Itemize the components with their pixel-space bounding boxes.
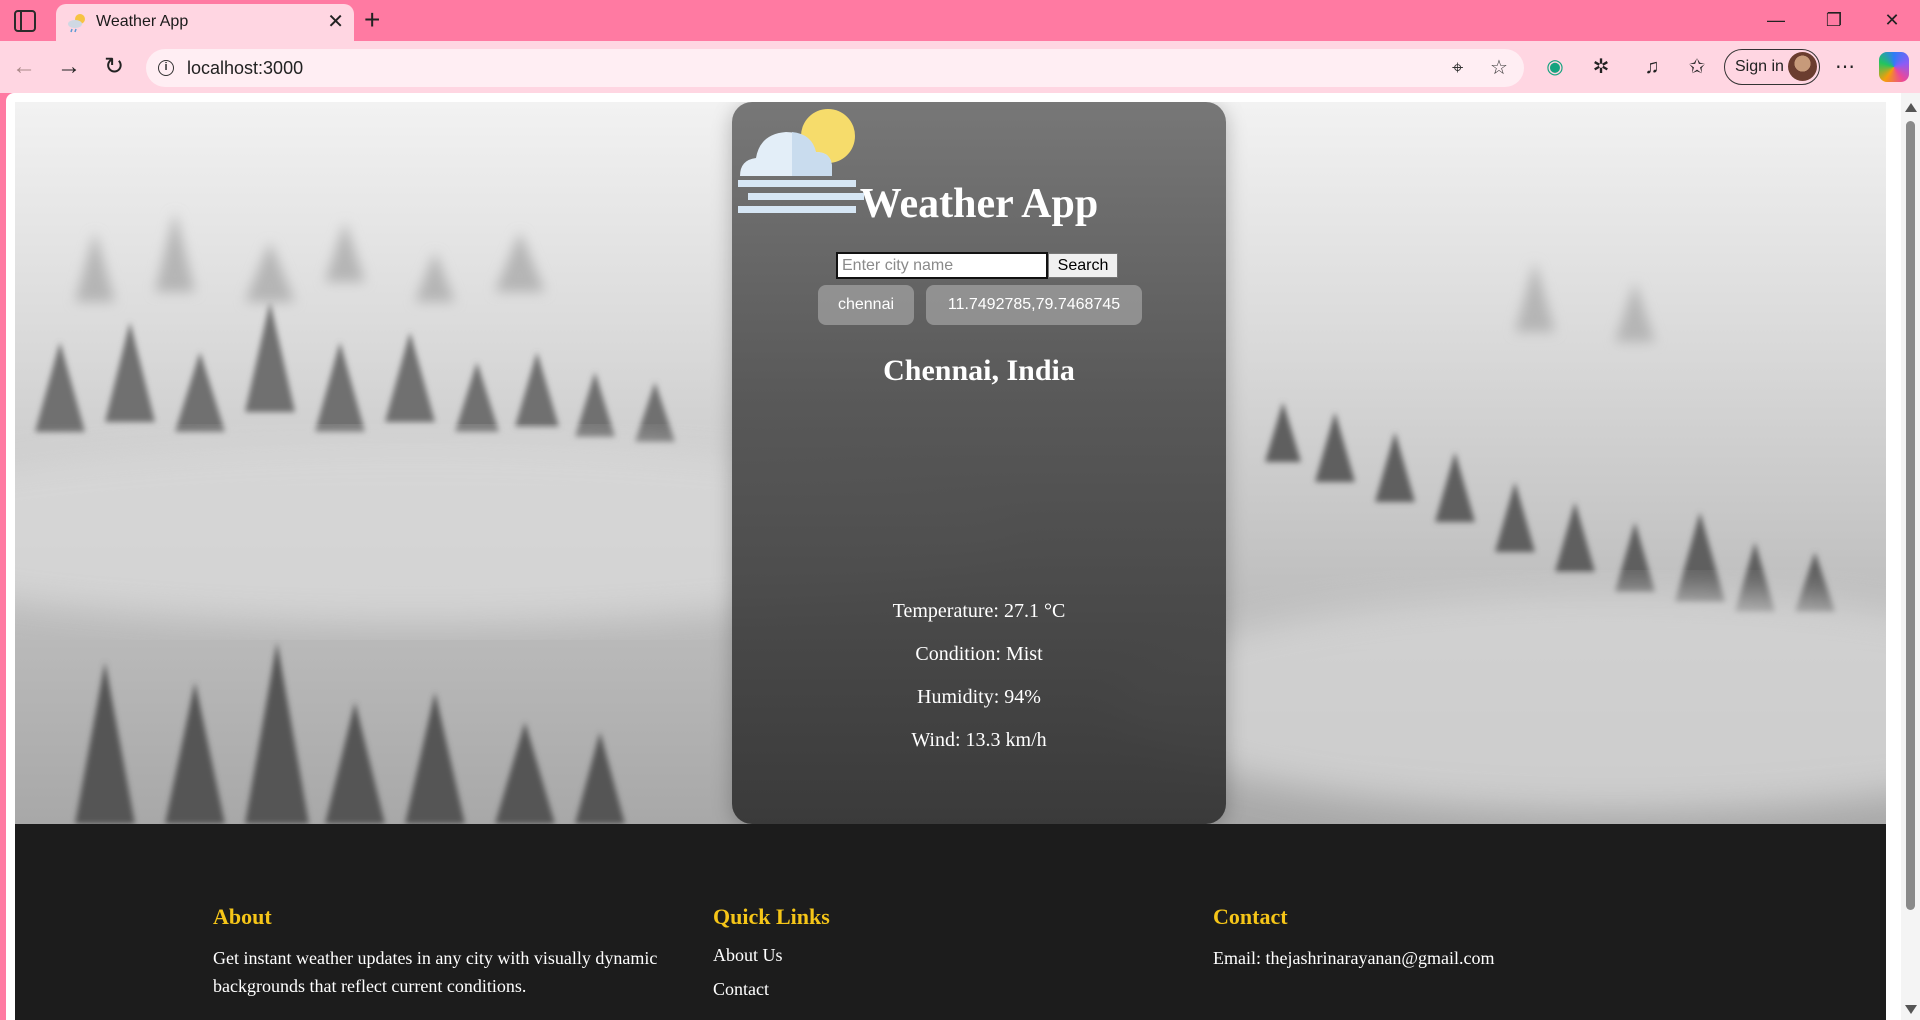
- extensions-icon[interactable]: ✲: [1587, 53, 1615, 81]
- back-icon[interactable]: ←: [8, 51, 40, 83]
- footer-contact-heading: Contact: [1213, 904, 1288, 929]
- media-icon[interactable]: ♫: [1638, 53, 1666, 81]
- page-scrollbar[interactable]: [1901, 93, 1920, 1020]
- condition-text: Condition: Mist: [915, 643, 1043, 665]
- browser-tab[interactable]: Weather App ✕: [56, 4, 354, 41]
- new-tab-icon[interactable]: +: [364, 4, 380, 36]
- humidity-text: Humidity: 94%: [917, 686, 1041, 708]
- site-footer: About Get instant weather updates in any…: [15, 824, 1886, 1020]
- scroll-up-icon[interactable]: [1905, 103, 1917, 112]
- footer-contact: Contact Email: thejashrinarayanan@gmail.…: [1213, 904, 1713, 972]
- location-pin-icon[interactable]: ⌖: [1452, 55, 1463, 81]
- forward-icon[interactable]: →: [53, 51, 85, 83]
- weather-card: Weather App Search chennai 11.7492785,79…: [732, 102, 1226, 824]
- more-options-icon[interactable]: ⋯: [1831, 53, 1859, 81]
- url-text[interactable]: localhost:3000: [187, 58, 303, 79]
- footer-quick-links-heading: Quick Links: [713, 904, 830, 929]
- cloud-sun-mist-icon: [738, 109, 864, 213]
- hero-background: Weather App Search chennai 11.7492785,79…: [15, 102, 1886, 824]
- recent-search-chip-city[interactable]: chennai: [818, 285, 914, 325]
- footer-about-text: Get instant weather updates in any city …: [213, 948, 658, 996]
- page-viewport: Weather App Search chennai 11.7492785,79…: [6, 93, 1920, 1020]
- copilot-icon[interactable]: [1879, 52, 1909, 82]
- scrollbar-thumb[interactable]: [1906, 121, 1915, 910]
- sign-in-button[interactable]: Sign in: [1724, 49, 1820, 85]
- tab-actions-icon[interactable]: [14, 10, 36, 32]
- grammarly-icon[interactable]: ◉: [1541, 53, 1569, 81]
- browser-toolbar: ← → ↻ i localhost:3000 ⌖ ☆ ◉ ✲ ♫ ✩ Sign …: [0, 41, 1920, 93]
- footer-contact-email: Email: thejashrinarayanan@gmail.com: [1213, 948, 1495, 968]
- avatar: [1788, 52, 1817, 81]
- sign-in-label: Sign in: [1735, 58, 1784, 75]
- footer-link-contact[interactable]: Contact: [713, 972, 1013, 1006]
- site-info-icon[interactable]: i: [158, 60, 174, 76]
- recent-search-chip-coords[interactable]: 11.7492785,79.7468745: [926, 285, 1142, 325]
- footer-link-about-us[interactable]: About Us: [713, 938, 1013, 972]
- footer-quick-links: Quick Links About Us Contact: [713, 904, 1013, 1006]
- temperature-text: Temperature: 27.1 °C: [892, 600, 1066, 622]
- browser-tab-bar: Weather App ✕ + — ❐ ✕: [0, 0, 1920, 41]
- tab-close-icon[interactable]: ✕: [327, 10, 344, 34]
- tab-title: Weather App: [96, 13, 189, 30]
- footer-about: About Get instant weather updates in any…: [213, 904, 673, 1000]
- weather-favicon-icon: [68, 14, 85, 33]
- address-bar[interactable]: i localhost:3000 ⌖ ☆: [146, 49, 1524, 87]
- wind-text: Wind: 13.3 km/h: [911, 729, 1047, 751]
- favorite-star-icon[interactable]: ☆: [1490, 55, 1508, 81]
- favorites-icon[interactable]: ✩: [1683, 53, 1711, 81]
- city-search-input[interactable]: [836, 252, 1048, 279]
- minimize-icon[interactable]: —: [1756, 6, 1796, 34]
- close-window-icon[interactable]: ✕: [1872, 6, 1912, 34]
- location-title: Chennai, India: [883, 354, 1075, 387]
- search-button[interactable]: Search: [1048, 253, 1118, 278]
- scroll-down-icon[interactable]: [1905, 1005, 1917, 1014]
- restore-icon[interactable]: ❐: [1814, 6, 1854, 34]
- refresh-icon[interactable]: ↻: [98, 51, 130, 83]
- web-page: Weather App Search chennai 11.7492785,79…: [15, 102, 1886, 1020]
- footer-about-heading: About: [213, 904, 272, 929]
